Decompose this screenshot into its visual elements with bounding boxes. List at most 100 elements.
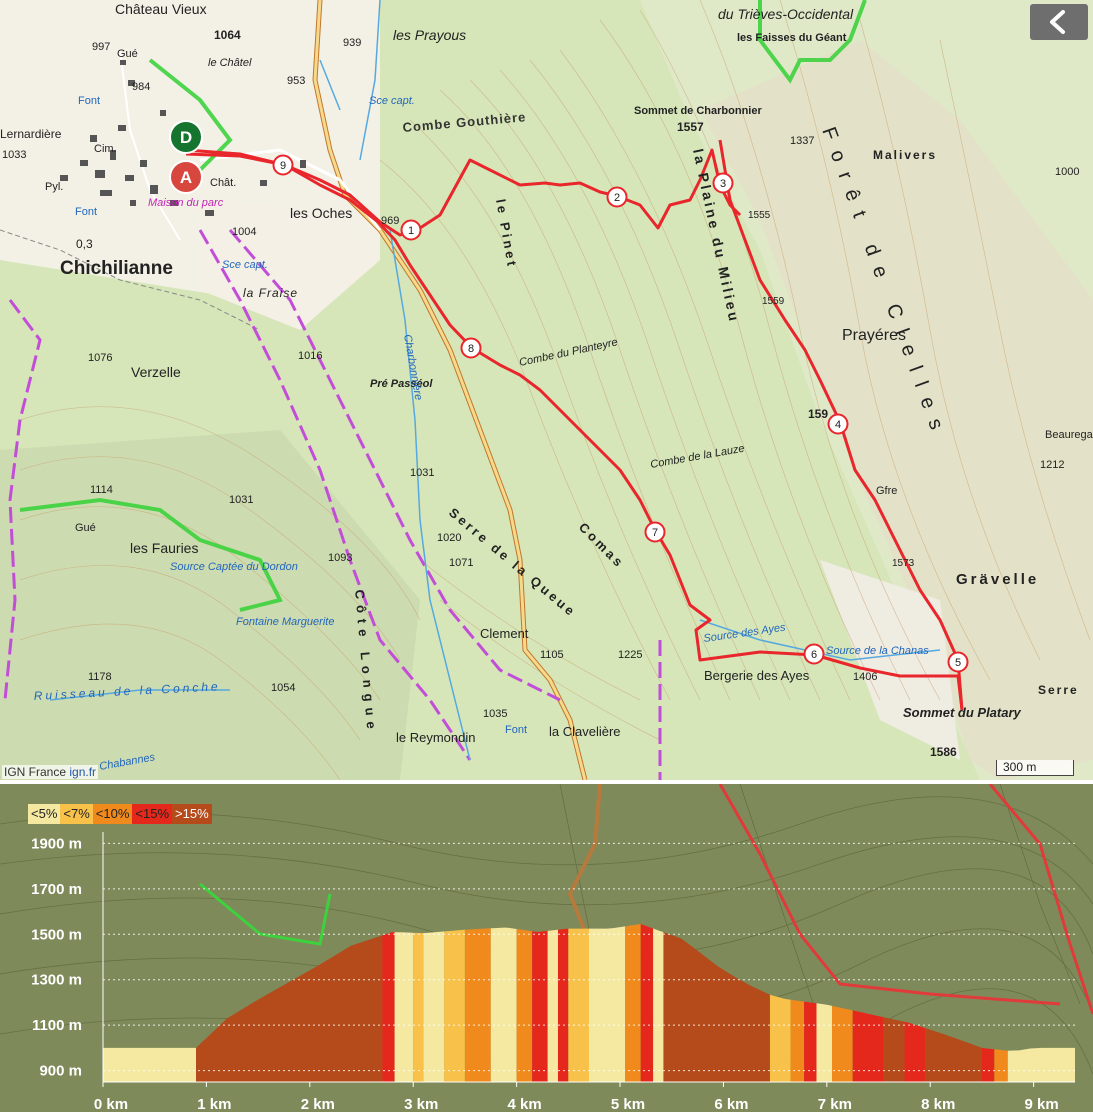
waypoint-8[interactable]: 8 (460, 337, 482, 359)
attribution-link[interactable]: ign.fr (69, 765, 96, 779)
slope-band-lt5 (423, 931, 445, 1082)
label-source-chanas: Source de la Chanas (826, 645, 929, 657)
waypoint-6[interactable]: 6 (803, 643, 825, 665)
start-marker[interactable]: D (169, 120, 203, 154)
label-les-fauries: les Fauries (130, 540, 198, 556)
label-serre: Serre (1038, 683, 1079, 697)
slope-band-lt15 (852, 1010, 884, 1082)
label-faisses: les Faisses du Géant (737, 32, 847, 44)
label-font-2: Font (75, 206, 97, 218)
slope-band-gt15 (883, 1017, 905, 1082)
label-1064: 1064 (214, 28, 241, 42)
waypoint-7[interactable]: 7 (644, 521, 666, 543)
slope-band-lt7 (568, 928, 589, 1082)
elevation-profile[interactable]: 900 m 1100 m 1300 m 1500 m 1700 m 1900 m 0 km… (0, 784, 1093, 1112)
x-tick-label: 0 km (94, 1096, 128, 1112)
label-prayeres: Prayéres (842, 327, 906, 344)
waypoint-5[interactable]: 5 (947, 651, 969, 673)
y-tick-label: 1100 m (32, 1017, 82, 1034)
label-1406: 1406 (853, 671, 877, 683)
slope-band-lt15 (981, 1047, 995, 1082)
y-tick-label: 1300 m (31, 972, 82, 989)
label-1035: 1035 (483, 708, 507, 720)
topo-map[interactable]: D A 1 2 3 4 5 6 7 8 9 Château Vieux du Trièves-O… (0, 0, 1093, 780)
label-le-chatel: le Châtel (208, 57, 252, 69)
label-953: 953 (287, 75, 305, 87)
waypoint-3[interactable]: 3 (712, 172, 734, 194)
label-939: 939 (343, 37, 361, 49)
slope-legend: <5% <7% <10% <15% >15% (28, 804, 212, 824)
slope-band-lt15 (382, 932, 395, 1082)
slope-band-lt10 (625, 924, 641, 1082)
label-0-3: 0,3 (76, 237, 93, 251)
label-cim: Cim. (94, 143, 117, 155)
label-159: 159 (808, 407, 828, 421)
label-la-fraise: la Fraise (243, 286, 298, 300)
label-chat: Chât. (210, 177, 236, 189)
slope-band-lt15 (904, 1021, 926, 1082)
slope-band-lt10 (790, 999, 805, 1082)
label-sommet-platary: Sommet du Platary (903, 705, 1022, 720)
label-1557: 1557 (677, 120, 704, 134)
label-1000: 1000 (1055, 166, 1079, 178)
label-sommet-charbonnier: Sommet de Charbonnier (634, 105, 762, 117)
svg-text:A: A (180, 168, 192, 187)
y-tick-label: 1900 m (31, 835, 82, 852)
label-le-reymondin: le Reymondin (396, 730, 476, 745)
slope-band-lt10 (464, 928, 491, 1082)
label-sce-capt-2: Sce capt. (222, 259, 268, 271)
label-1076: 1076 (88, 352, 112, 364)
svg-text:7: 7 (652, 527, 658, 539)
svg-text:8: 8 (468, 343, 474, 355)
x-tick-label: 3 km (404, 1096, 438, 1112)
label-font-3: Font (505, 724, 527, 736)
label-malivers: Malivers (873, 148, 937, 162)
label-pre-passeol: Pré Passéol (370, 378, 433, 390)
svg-text:1: 1 (408, 225, 414, 237)
label-1559: 1559 (762, 296, 785, 307)
label-clement: Clement (480, 626, 529, 641)
label-gravelle: Grävelle (956, 571, 1039, 588)
slope-band-lt5 (589, 926, 626, 1082)
waypoint-2[interactable]: 2 (606, 186, 628, 208)
slope-band-lt10 (994, 1049, 1008, 1082)
slope-band-lt7 (444, 929, 465, 1082)
x-tick-label: 5 km (611, 1096, 645, 1112)
label-984: 984 (132, 81, 150, 93)
label-1105: 1105 (540, 649, 564, 661)
y-tick-label: 1500 m (31, 926, 82, 943)
map-attribution: IGN France ign.fr (2, 765, 99, 779)
y-tick-label: 900 m (39, 1063, 82, 1080)
svg-text:5: 5 (955, 657, 961, 669)
legend-lt5: <5% (28, 804, 61, 824)
label-pyl: Pyl. (45, 181, 63, 193)
label-bergerie: Bergerie des Ayes (704, 668, 810, 683)
x-tick-label: 9 km (1025, 1096, 1059, 1112)
slope-band-lt10 (516, 928, 533, 1082)
label-beauregard: Beauregar (1045, 429, 1093, 441)
x-tick-label: 1 km (197, 1096, 231, 1112)
x-tick-label: 2 km (301, 1096, 335, 1112)
label-chateau-vieux: Château Vieux (115, 1, 207, 17)
slope-band-lt7 (413, 932, 424, 1082)
label-gfre: Gfre (876, 485, 897, 497)
slope-band-lt15 (640, 924, 654, 1082)
x-tick-label: 7 km (818, 1096, 852, 1112)
label-prayous: les Prayous (393, 27, 466, 43)
svg-text:D: D (180, 128, 192, 147)
label-1573: 1573 (892, 558, 915, 569)
svg-text:4: 4 (835, 419, 841, 431)
slope-band-lt15 (532, 930, 548, 1082)
x-tick-label: 8 km (921, 1096, 955, 1112)
label-997: 997 (92, 41, 110, 53)
waypoint-9[interactable]: 9 (272, 154, 294, 176)
waypoint-4[interactable]: 4 (827, 413, 849, 435)
back-button[interactable] (1030, 4, 1088, 40)
waypoint-1[interactable]: 1 (400, 219, 422, 241)
label-font-1: Font (78, 95, 100, 107)
svg-text:9: 9 (280, 160, 286, 172)
label-trieves: du Trièves-Occidental (718, 6, 854, 22)
end-marker[interactable]: A (169, 160, 203, 194)
slope-band-lt5 (490, 927, 517, 1082)
svg-text:2: 2 (614, 192, 620, 204)
